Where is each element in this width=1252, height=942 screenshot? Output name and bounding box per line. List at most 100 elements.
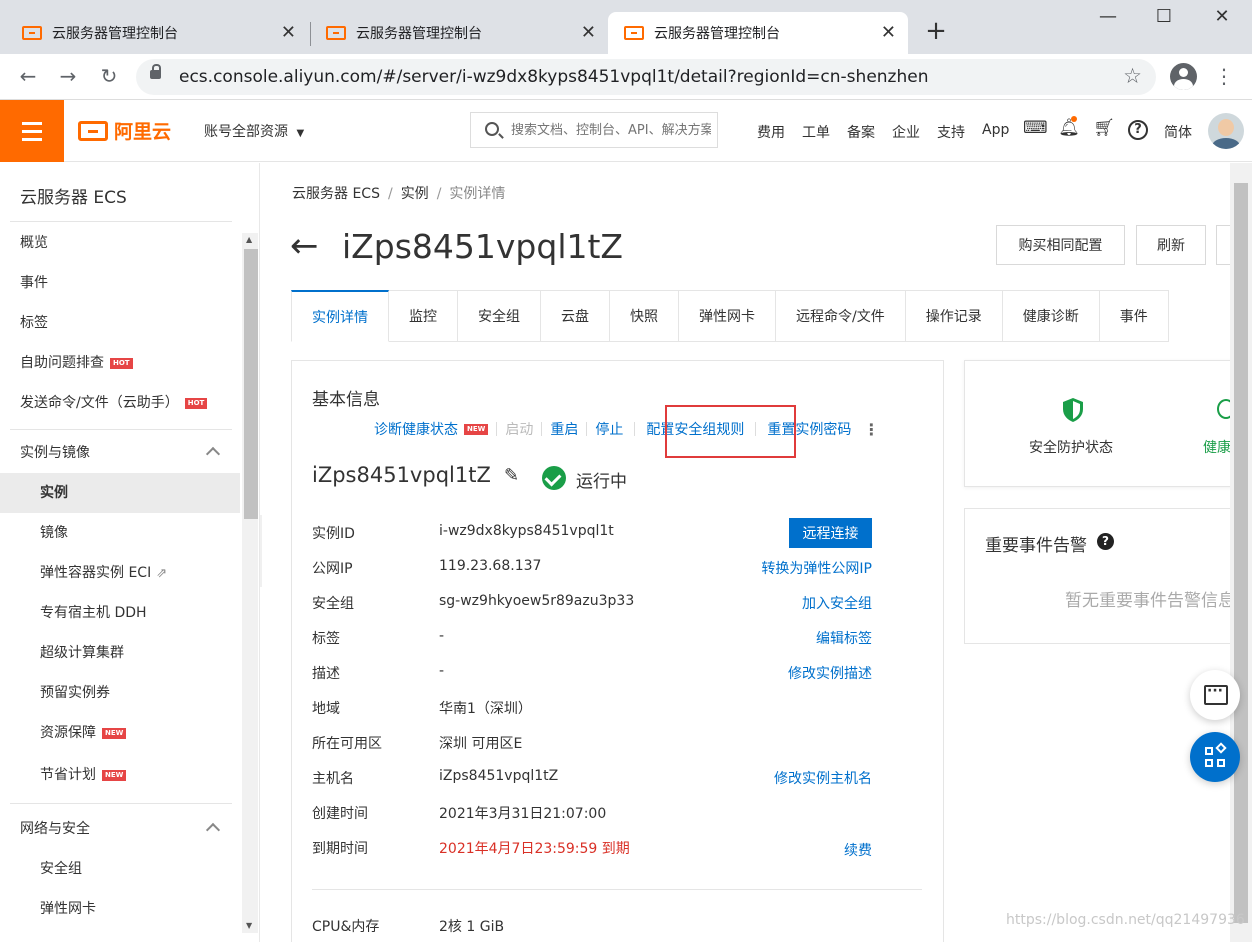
close-tab-icon[interactable]: ✕ <box>581 22 596 43</box>
stop-link[interactable]: 停止 <box>595 419 623 439</box>
sidebar-item-ddh[interactable]: 专有宿主机 DDH <box>0 593 240 633</box>
tab-eni[interactable]: 弹性网卡 <box>679 290 776 342</box>
nav-link-app[interactable]: App <box>982 122 1009 138</box>
restart-link[interactable]: 重启 <box>550 419 578 439</box>
help-icon[interactable]: ? <box>1128 120 1148 140</box>
sidebar-item-security-groups[interactable]: 安全组 <box>0 849 240 889</box>
edit-tags-link[interactable]: 编辑标签 <box>816 628 872 648</box>
scroll-up-arrow-icon[interactable]: ▲ <box>246 235 252 244</box>
sidebar-item-eni[interactable]: 弹性网卡 <box>0 889 240 929</box>
tab-remote-commands[interactable]: 远程命令/文件 <box>776 290 906 342</box>
sidebar-item-scc[interactable]: 超级计算集群 <box>0 633 240 673</box>
sidebar-item-tags[interactable]: 标签 <box>0 303 240 343</box>
sidebar-item-eci[interactable]: 弹性容器实例 ECI ⇗ <box>0 553 240 593</box>
diagnose-health-link[interactable]: 诊断健康状态 <box>374 419 458 439</box>
page-scrollbar[interactable] <box>1230 163 1252 942</box>
close-tab-icon[interactable]: ✕ <box>881 22 896 43</box>
edit-hostname-link[interactable]: 修改实例主机名 <box>774 768 872 788</box>
expiry-value: 2021年4月7日23:59:59 到期 <box>439 841 630 857</box>
nav-link-icp[interactable]: 备案 <box>847 122 875 142</box>
sidebar-item-label: 标签 <box>20 315 48 331</box>
basic-info-title: 基本信息 <box>312 390 380 410</box>
global-search[interactable] <box>470 112 718 148</box>
edit-description-link[interactable]: 修改实例描述 <box>788 663 872 683</box>
lock-icon[interactable] <box>150 64 161 79</box>
info-row-region: 地域 华南1（深圳） <box>312 698 872 733</box>
tab-health-diagnosis[interactable]: 健康诊断 <box>1002 290 1100 342</box>
reload-icon[interactable]: ↻ <box>96 64 122 88</box>
tab-snapshots[interactable]: 快照 <box>610 290 679 342</box>
sidebar-divider <box>10 221 232 222</box>
browser-tab[interactable]: 云服务器管理控制台 ✕ <box>0 12 308 54</box>
sidebar-item-capacity-reservation[interactable]: 资源保障 NEW <box>0 713 240 753</box>
sidebar-item-cloud-assistant[interactable]: 发送命令/文件（云助手） HOT <box>0 383 240 423</box>
profile-icon[interactable] <box>1170 63 1197 90</box>
tab-operation-logs[interactable]: 操作记录 <box>905 290 1003 342</box>
language-switch[interactable]: 简体 <box>1164 122 1192 142</box>
sidebar-item-label: 自助问题排查 <box>20 355 104 371</box>
bell-icon[interactable]: 🔔︎ <box>1058 118 1080 140</box>
sidebar-item-label: 镜像 <box>40 525 68 541</box>
breadcrumb-ecs[interactable]: 云服务器 ECS <box>292 186 380 202</box>
browser-menu-icon[interactable]: ⋮ <box>1214 64 1234 88</box>
nav-link-billing[interactable]: 费用 <box>757 122 785 142</box>
page-scrollbar-thumb[interactable] <box>1234 183 1248 923</box>
sidebar-item-overview[interactable]: 概览 <box>0 223 240 263</box>
bookmark-star-icon[interactable]: ☆ <box>1123 64 1142 88</box>
back-arrow-icon[interactable]: ← <box>15 64 41 88</box>
nav-link-tickets[interactable]: 工单 <box>802 122 830 142</box>
maximize-button[interactable]: ☐ <box>1144 6 1184 27</box>
address-bar[interactable]: ecs.console.aliyun.com/#/server/i-wz9dx8… <box>136 59 1156 95</box>
sidebar-item-instances[interactable]: 实例 <box>0 473 240 513</box>
sidebar-item-images[interactable]: 镜像 <box>0 513 240 553</box>
notification-dot <box>1071 116 1077 122</box>
join-security-group-link[interactable]: 加入安全组 <box>802 593 872 613</box>
cart-icon[interactable]: 🛒︎ <box>1093 118 1115 140</box>
question-icon[interactable]: ? <box>1097 533 1114 550</box>
renew-link[interactable]: 续费 <box>844 840 872 860</box>
sidebar-scrollbar-thumb[interactable] <box>244 249 258 519</box>
nav-link-support[interactable]: 支持 <box>937 122 965 142</box>
tab-monitoring[interactable]: 监控 <box>389 290 458 342</box>
sidebar-item-events[interactable]: 事件 <box>0 263 240 303</box>
forward-arrow-icon[interactable]: → <box>55 64 81 88</box>
aliyun-logo[interactable]: 阿里云 <box>78 117 171 144</box>
browser-tab[interactable]: 云服务器管理控制台 ✕ <box>306 12 608 54</box>
window-close-button[interactable]: ✕ <box>1202 6 1242 27</box>
highlight-box <box>665 405 796 458</box>
sidebar-group-network-security[interactable]: 网络与安全 <box>0 809 240 849</box>
sidebar-item-savings-plan[interactable]: 节省计划 NEW <box>0 755 240 795</box>
edit-pencil-icon[interactable]: ✎ <box>504 465 519 486</box>
refresh-button[interactable]: 刷新 <box>1136 225 1206 265</box>
running-check-icon <box>542 466 566 490</box>
user-avatar[interactable] <box>1208 113 1244 149</box>
page-title: iZps8451vpql1tZ <box>342 227 624 266</box>
scroll-down-arrow-icon[interactable]: ▼ <box>246 921 252 930</box>
search-input[interactable] <box>511 120 711 140</box>
sidebar-group-instances-images[interactable]: 实例与镜像 <box>0 433 240 473</box>
nav-link-enterprise[interactable]: 企业 <box>892 122 920 142</box>
account-scope-dropdown[interactable]: 账号全部资源 ▼ <box>204 121 304 141</box>
browser-tab-active[interactable]: 云服务器管理控制台 ✕ <box>608 12 908 54</box>
close-tab-icon[interactable]: ✕ <box>281 22 296 43</box>
tab-security-groups[interactable]: 安全组 <box>458 290 541 342</box>
minimize-button[interactable]: — <box>1088 6 1128 27</box>
more-vertical-icon[interactable]: ⋮ <box>863 420 879 439</box>
buy-same-config-button[interactable]: 购买相同配置 <box>996 225 1125 265</box>
sidebar-item-self-diagnosis[interactable]: 自助问题排查 HOT <box>0 343 240 383</box>
breadcrumb-instances[interactable]: 实例 <box>401 186 429 202</box>
menu-hamburger-icon[interactable] <box>0 100 64 162</box>
url-text[interactable]: ecs.console.aliyun.com/#/server/i-wz9dx8… <box>179 67 928 87</box>
convert-eip-link[interactable]: 转换为弹性公网IP <box>761 558 872 578</box>
tab-instance-details[interactable]: 实例详情 <box>291 290 389 342</box>
chat-icon[interactable] <box>1190 670 1240 720</box>
tab-events[interactable]: 事件 <box>1099 290 1169 342</box>
apps-grid-icon[interactable] <box>1190 732 1240 782</box>
sidebar-item-label: 资源保障 <box>40 725 96 741</box>
new-tab-button[interactable]: + <box>922 16 950 46</box>
terminal-icon[interactable]: ⌨ <box>1023 118 1048 140</box>
sidebar-item-reserved-instances[interactable]: 预留实例券 <box>0 673 240 713</box>
tab-disks[interactable]: 云盘 <box>541 290 610 342</box>
back-arrow-icon[interactable]: ← <box>290 229 319 263</box>
sidebar-scrollbar[interactable]: ▲ ▼ <box>242 233 258 933</box>
